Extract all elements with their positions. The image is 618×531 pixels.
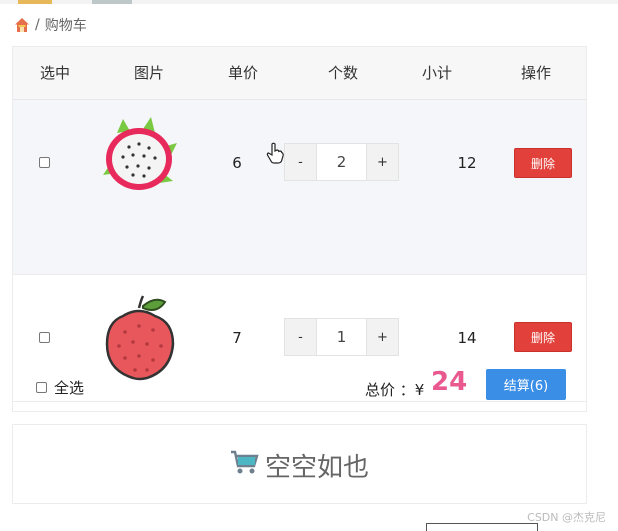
quantity-input[interactable]: 2 [317,143,366,181]
quantity-stepper: - 1 + [284,318,399,356]
empty-cart-message: 空空如也 [229,447,369,484]
cart-icon [229,448,259,483]
select-all-label: 全选 [54,379,85,397]
unit-price: 7 [232,329,242,347]
unit-price: 6 [232,154,242,172]
increment-button[interactable]: + [366,143,399,181]
empty-cart-panel: 空空如也 [12,424,587,504]
dragon-fruit-image [103,117,177,197]
header-quantity: 个数 [327,64,359,82]
header-select: 选中 [39,64,71,82]
total-price: 24 [431,367,468,397]
header-actions: 操作 [520,64,552,82]
top-strip [0,0,618,4]
cart-footer: 全选 总价 ：¥ 24 结算(6) [13,353,586,413]
select-all-checkbox[interactable] [36,382,47,393]
quantity-input[interactable]: 1 [317,318,366,356]
total-label: 总价 ：¥ [365,381,425,399]
row-checkbox[interactable] [39,157,50,168]
select-all[interactable]: 全选 [36,377,84,398]
row-checkbox[interactable] [39,332,50,343]
bottom-widget [426,523,538,531]
checkout-button[interactable]: 结算(6) [486,369,566,400]
decrement-button[interactable]: - [284,318,317,356]
empty-cart-text: 空空如也 [265,453,370,483]
delete-button[interactable]: 删除 [514,148,572,178]
watermark: CSDN @杰克尼 [527,511,606,524]
breadcrumb: / 购物车 [14,15,87,35]
increment-button[interactable]: + [366,318,399,356]
header-subtotal: 小计 [421,64,453,82]
header-price: 单价 [227,64,259,82]
top-strip-image [18,0,52,4]
cart-table: 选中 图片 单价 个数 小计 操作 6 - 2 + 12 删除 7 - 1 + … [12,46,587,412]
table-row: 6 - 2 + 12 删除 [13,100,586,275]
top-strip-image [92,0,132,4]
decrement-button[interactable]: - [284,143,317,181]
delete-button[interactable]: 删除 [514,322,572,352]
header-image: 图片 [133,64,165,82]
breadcrumb-separator: / [35,17,40,33]
quantity-stepper: - 2 + [284,143,399,181]
table-header: 选中 图片 单价 个数 小计 操作 [13,47,586,100]
subtotal: 12 [457,154,477,172]
home-icon[interactable] [14,17,30,33]
subtotal: 14 [457,329,477,347]
breadcrumb-current: 购物车 [44,18,87,34]
hand-cursor-icon [266,142,284,168]
